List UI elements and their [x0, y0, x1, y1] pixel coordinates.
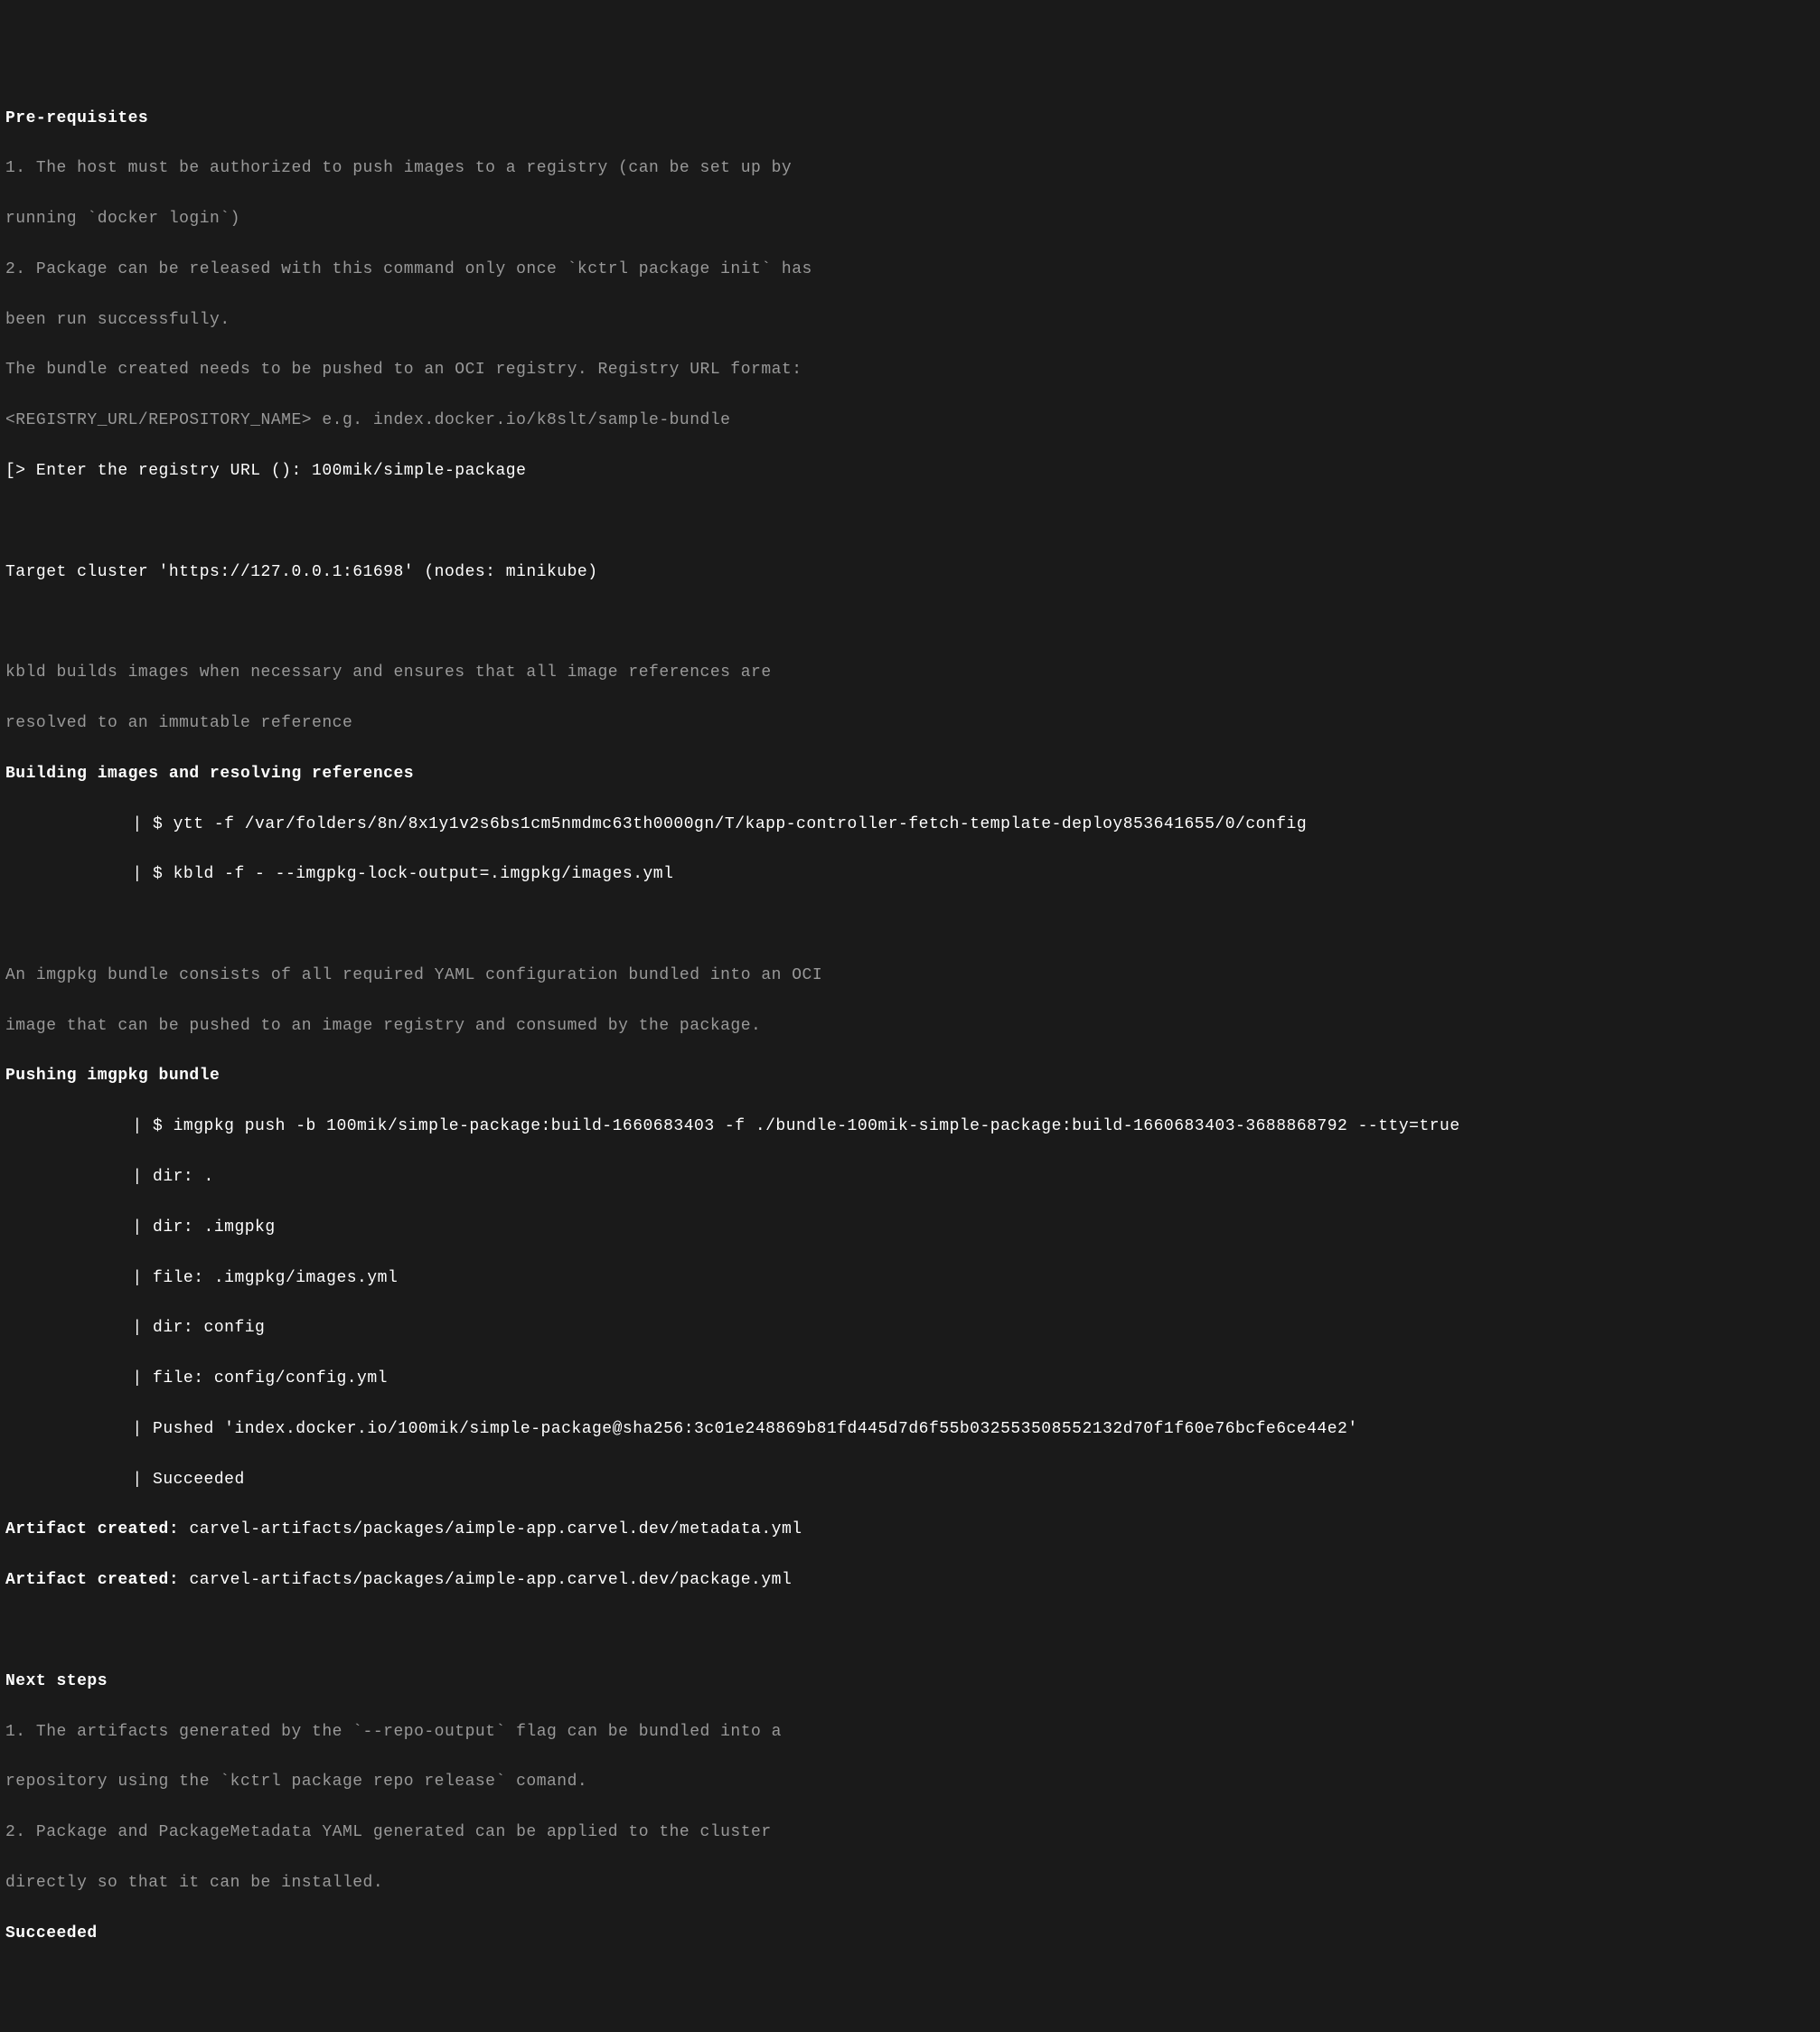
imgpkg-desc-line2: image that can be pushed to an image reg…: [5, 1014, 1815, 1040]
imgpkg-desc-line1: An imgpkg bundle consists of all require…: [5, 964, 1815, 989]
next-step-2-line2: directly so that it can be installed.: [5, 1871, 1815, 1896]
imgpkg-out-dir-config: | dir: config: [5, 1316, 1815, 1341]
next-step-2-line1: 2. Package and PackageMetadata YAML gene…: [5, 1820, 1815, 1846]
bundle-desc-line2: <REGISTRY_URL/REPOSITORY_NAME> e.g. inde…: [5, 409, 1815, 434]
artifact-path-metadata: carvel-artifacts/packages/aimple-app.car…: [179, 1520, 802, 1538]
next-step-1-line2: repository using the `kctrl package repo…: [5, 1770, 1815, 1795]
artifact-path-package: carvel-artifacts/packages/aimple-app.car…: [179, 1571, 792, 1589]
registry-url-prompt[interactable]: [> Enter the registry URL (): 100mik/sim…: [5, 459, 1815, 484]
building-heading: Building images and resolving references: [5, 762, 1815, 787]
next-steps-heading: Next steps: [5, 1670, 1815, 1695]
imgpkg-out-file-config: | file: config/config.yml: [5, 1367, 1815, 1392]
prereq-item2-line2: been run successfully.: [5, 308, 1815, 334]
imgpkg-out-dir-root: | dir: .: [5, 1165, 1815, 1190]
artifact-created-label-2: Artifact created:: [5, 1571, 179, 1589]
kbld-command: | $ kbld -f - --imgpkg-lock-output=.imgp…: [5, 862, 1815, 888]
target-cluster: Target cluster 'https://127.0.0.1:61698'…: [5, 560, 1815, 586]
succeeded-status: Succeeded: [5, 1922, 1815, 1947]
imgpkg-out-succeeded: | Succeeded: [5, 1468, 1815, 1493]
prereq-heading: Pre-requisites: [5, 107, 1815, 132]
next-step-1-line1: 1. The artifacts generated by the `--rep…: [5, 1720, 1815, 1745]
bundle-desc-line1: The bundle created needs to be pushed to…: [5, 358, 1815, 383]
imgpkg-out-dir-imgpkg: | dir: .imgpkg: [5, 1216, 1815, 1241]
ytt-command: | $ ytt -f /var/folders/8n/8x1y1v2s6bs1c…: [5, 813, 1815, 838]
prereq-item1-line1: 1. The host must be authorized to push i…: [5, 156, 1815, 182]
imgpkg-out-pushed: | Pushed 'index.docker.io/100mik/simple-…: [5, 1417, 1815, 1443]
pushing-heading: Pushing imgpkg bundle: [5, 1064, 1815, 1089]
prereq-item2-line1: 2. Package can be released with this com…: [5, 258, 1815, 283]
imgpkg-out-file-images: | file: .imgpkg/images.yml: [5, 1266, 1815, 1292]
prereq-item1-line2: running `docker login`): [5, 207, 1815, 232]
kbld-desc-line1: kbld builds images when necessary and en…: [5, 661, 1815, 686]
kbld-desc-line2: resolved to an immutable reference: [5, 711, 1815, 737]
imgpkg-push-command: | $ imgpkg push -b 100mik/simple-package…: [5, 1115, 1815, 1140]
artifact-created-label-1: Artifact created:: [5, 1520, 179, 1538]
